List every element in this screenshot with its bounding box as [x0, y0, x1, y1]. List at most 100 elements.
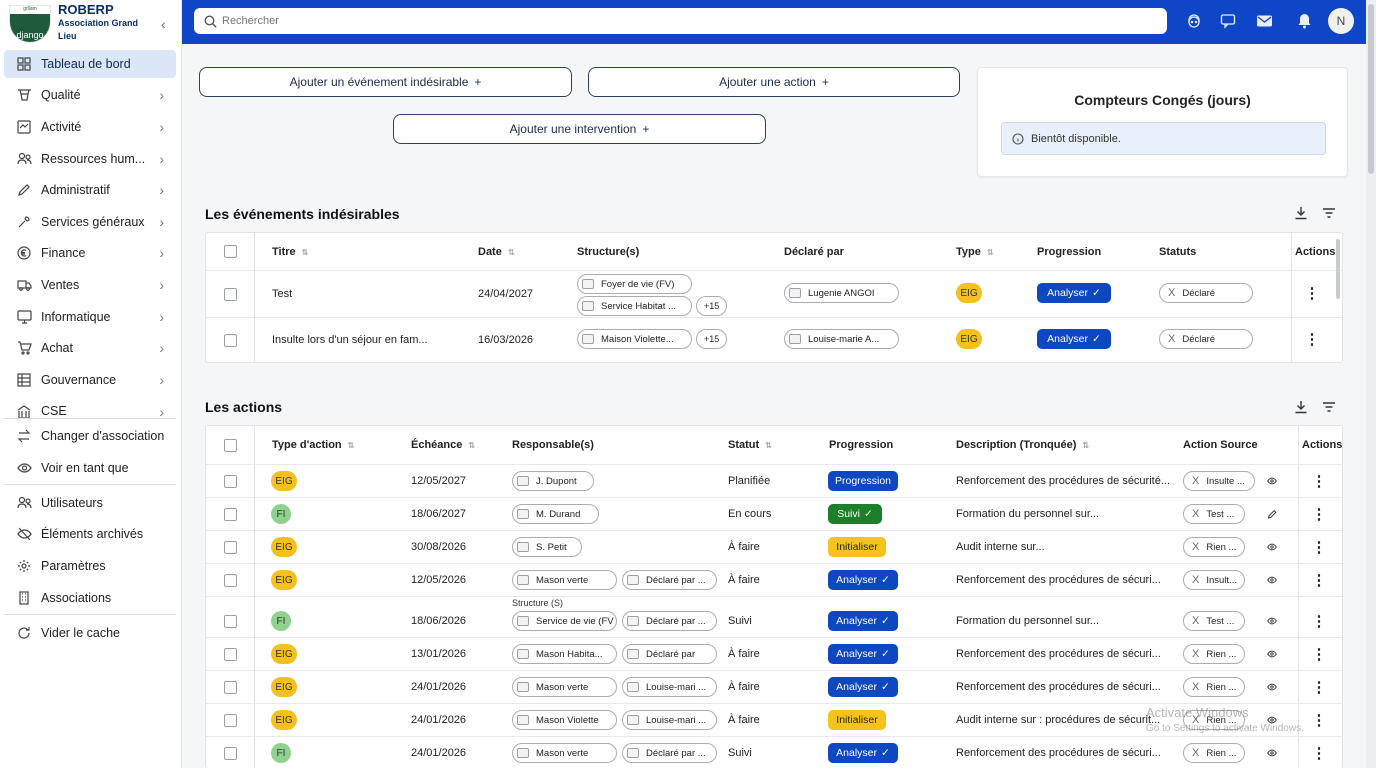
progression-button[interactable]: Progression [828, 471, 898, 491]
status-chip[interactable]: X Déclaré [1159, 283, 1253, 303]
close-icon[interactable]: X [1192, 541, 1199, 553]
declarant-chip[interactable]: Lugenie ANGOI [784, 283, 899, 303]
more-options-icon[interactable]: ⋮ [1312, 678, 1327, 696]
search-input[interactable] [222, 15, 1122, 27]
sort-icon[interactable]: ⇅ [302, 248, 309, 257]
download-icon[interactable] [1292, 398, 1310, 416]
row-checkbox[interactable] [224, 714, 237, 727]
progression-button[interactable]: Analyser ✓ [1037, 329, 1111, 349]
row-checkbox[interactable] [224, 747, 237, 760]
column-header-echeance[interactable]: Échéance ⇅ [411, 439, 475, 451]
search-bar[interactable] [194, 8, 1167, 34]
source-chip[interactable]: X Rien ... [1183, 677, 1245, 697]
source-chip[interactable]: X Rien ... [1183, 644, 1245, 664]
more-options-icon[interactable]: ⋮ [1312, 612, 1327, 630]
chat-icon[interactable] [1218, 11, 1238, 31]
sidebar-item-ressources-humaines[interactable]: Ressources hum... › [4, 145, 176, 173]
sort-icon[interactable]: ⇅ [765, 441, 772, 450]
progression-button[interactable]: Analyser ✓ [828, 611, 898, 631]
declarant-chip[interactable]: Déclaré par [622, 644, 717, 664]
add-action-button[interactable]: Ajouter une action + [588, 67, 960, 97]
sidebar-item-achat[interactable]: Achat › [4, 334, 176, 362]
event-title[interactable]: Insulte lors d'un séjour en fam... [272, 334, 428, 346]
eye-icon[interactable] [1267, 645, 1277, 663]
responsable-chip[interactable]: S. Petit [512, 537, 582, 557]
eye-icon[interactable] [1267, 678, 1277, 696]
add-intervention-button[interactable]: Ajouter une intervention + [393, 114, 766, 144]
declarant-chip[interactable]: Louise-mari ... [622, 710, 717, 730]
status-chip[interactable]: X Déclaré [1159, 329, 1253, 349]
sidebar-item-gouvernance[interactable]: Gouvernance › [4, 366, 176, 394]
collapse-sidebar-icon[interactable]: ‹ [161, 16, 166, 32]
structure-chip[interactable]: Service Habitat ... [577, 296, 692, 316]
source-chip[interactable]: X Test ... [1183, 611, 1245, 631]
eye-icon[interactable] [1267, 744, 1277, 762]
more-options-icon[interactable]: ⋮ [1312, 472, 1327, 490]
responsable-chip[interactable]: Mason verte [512, 743, 617, 763]
sort-icon[interactable]: ⇅ [468, 441, 475, 450]
filter-icon[interactable] [1320, 398, 1338, 416]
sidebar-item-elements-archives[interactable]: Éléments archivés [4, 520, 176, 548]
sort-icon[interactable]: ⇅ [348, 441, 355, 450]
sidebar-item-utilisateurs[interactable]: Utilisateurs [4, 489, 176, 517]
source-chip[interactable]: X Insult... [1183, 570, 1245, 590]
declarant-chip[interactable]: Louise-marie A... [784, 329, 899, 349]
close-icon[interactable]: X [1192, 475, 1199, 487]
progression-button[interactable]: Analyser ✓ [1037, 283, 1111, 303]
filter-icon[interactable] [1320, 204, 1338, 222]
sidebar-item-activite[interactable]: Activité › [4, 113, 176, 141]
sidebar-item-qualite[interactable]: Qualité › [4, 81, 176, 109]
close-icon[interactable]: X [1168, 333, 1175, 345]
responsable-chip[interactable]: J. Dupont [512, 471, 594, 491]
row-checkbox[interactable] [224, 334, 237, 347]
eye-icon[interactable] [1267, 571, 1277, 589]
column-header-type-action[interactable]: Type d'action ⇅ [272, 439, 354, 451]
source-chip[interactable]: X Test ... [1183, 504, 1245, 524]
sidebar-item-voir-en-tant-que[interactable]: Voir en tant que [4, 454, 176, 482]
declarant-chip[interactable]: Déclaré par ... [622, 743, 717, 763]
sidebar-item-vider-cache[interactable]: Vider le cache [4, 619, 176, 647]
support-icon[interactable] [1184, 11, 1204, 31]
close-icon[interactable]: X [1168, 287, 1175, 299]
structure-chip[interactable]: Maison Violette... [577, 329, 692, 349]
progression-button[interactable]: Analyser ✓ [828, 570, 898, 590]
eye-icon[interactable] [1267, 538, 1277, 556]
avatar[interactable]: N [1328, 8, 1354, 34]
table-scrollbar[interactable] [1336, 239, 1340, 299]
sidebar-item-finance[interactable]: Finance › [4, 239, 176, 267]
event-title[interactable]: Test [272, 288, 292, 300]
column-header-description[interactable]: Description (Tronquée) ⇅ [956, 439, 1089, 451]
select-all-checkbox[interactable] [224, 439, 237, 452]
close-icon[interactable]: X [1192, 615, 1199, 627]
eye-icon[interactable] [1267, 472, 1277, 490]
progression-button[interactable]: Suivi ✓ [828, 504, 882, 524]
responsable-chip[interactable]: Mason Violette [512, 710, 617, 730]
sort-icon[interactable]: ⇅ [508, 248, 515, 257]
close-icon[interactable]: X [1192, 747, 1199, 759]
more-options-icon[interactable]: ⋮ [1312, 571, 1327, 589]
row-checkbox[interactable] [224, 681, 237, 694]
source-chip[interactable]: X Rien ... [1183, 537, 1245, 557]
more-options-icon[interactable]: ⋮ [1312, 645, 1327, 663]
close-icon[interactable]: X [1192, 648, 1199, 660]
sidebar-item-tableau-de-bord[interactable]: Tableau de bord [4, 50, 176, 78]
column-header-titre[interactable]: Titre ⇅ [272, 246, 308, 258]
brand[interactable]: gdlam django ROBERP Association Grand Li… [8, 2, 178, 44]
column-header-statut[interactable]: Statut ⇅ [728, 439, 772, 451]
more-options-icon[interactable]: ⋮ [1312, 744, 1327, 762]
select-all-checkbox[interactable] [224, 245, 237, 258]
responsable-chip[interactable]: Mason verte [512, 570, 617, 590]
bell-icon[interactable] [1294, 11, 1314, 31]
sidebar-item-administratif[interactable]: Administratif › [4, 176, 176, 204]
row-checkbox[interactable] [224, 288, 237, 301]
declarant-chip[interactable]: Louise-mari ... [622, 677, 717, 697]
responsable-chip[interactable]: Mason Habita... [512, 644, 617, 664]
row-checkbox[interactable] [224, 615, 237, 628]
responsable-chip[interactable]: Mason verte [512, 677, 617, 697]
responsable-chip[interactable]: M. Durand [512, 504, 599, 524]
close-icon[interactable]: X [1192, 508, 1199, 520]
sidebar-item-cse[interactable]: CSE › [4, 398, 176, 418]
eye-icon[interactable] [1267, 612, 1277, 630]
source-chip[interactable]: X Insulte ... [1183, 471, 1255, 491]
row-checkbox[interactable] [224, 508, 237, 521]
